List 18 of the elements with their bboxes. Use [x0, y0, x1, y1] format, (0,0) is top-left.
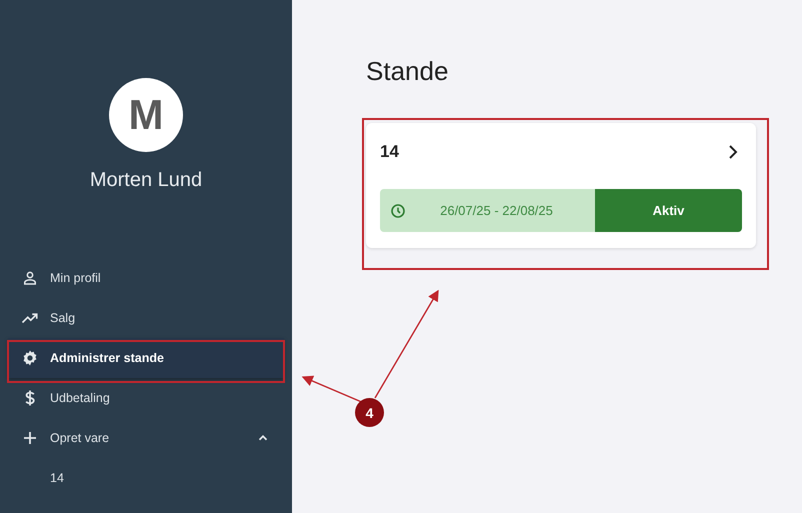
- stand-name: 14: [380, 142, 399, 162]
- date-range: 26/07/25 - 22/08/25: [439, 203, 554, 218]
- nav-item[interactable]: Salg: [8, 298, 284, 338]
- settings-icon: [21, 349, 39, 367]
- nav-item[interactable]: Administrer stande: [8, 338, 284, 378]
- nav-item[interactable]: Udbetaling: [8, 378, 284, 418]
- stand-card[interactable]: 14 26/07/25 - 22/08/25 Aktiv: [366, 123, 756, 248]
- plus-icon: [21, 429, 39, 447]
- nav-item[interactable]: Opret vare: [8, 418, 284, 458]
- user-name: Morten Lund: [90, 169, 202, 192]
- nav-item[interactable]: 14: [8, 458, 284, 498]
- callout-badge: 4: [355, 398, 384, 427]
- status-badge: Aktiv: [595, 189, 742, 232]
- person-icon: [21, 269, 39, 287]
- page-title: Stande: [366, 56, 450, 87]
- clock-icon: [390, 202, 406, 218]
- avatar: M: [109, 78, 183, 152]
- nav-item[interactable]: Min profil: [8, 258, 284, 298]
